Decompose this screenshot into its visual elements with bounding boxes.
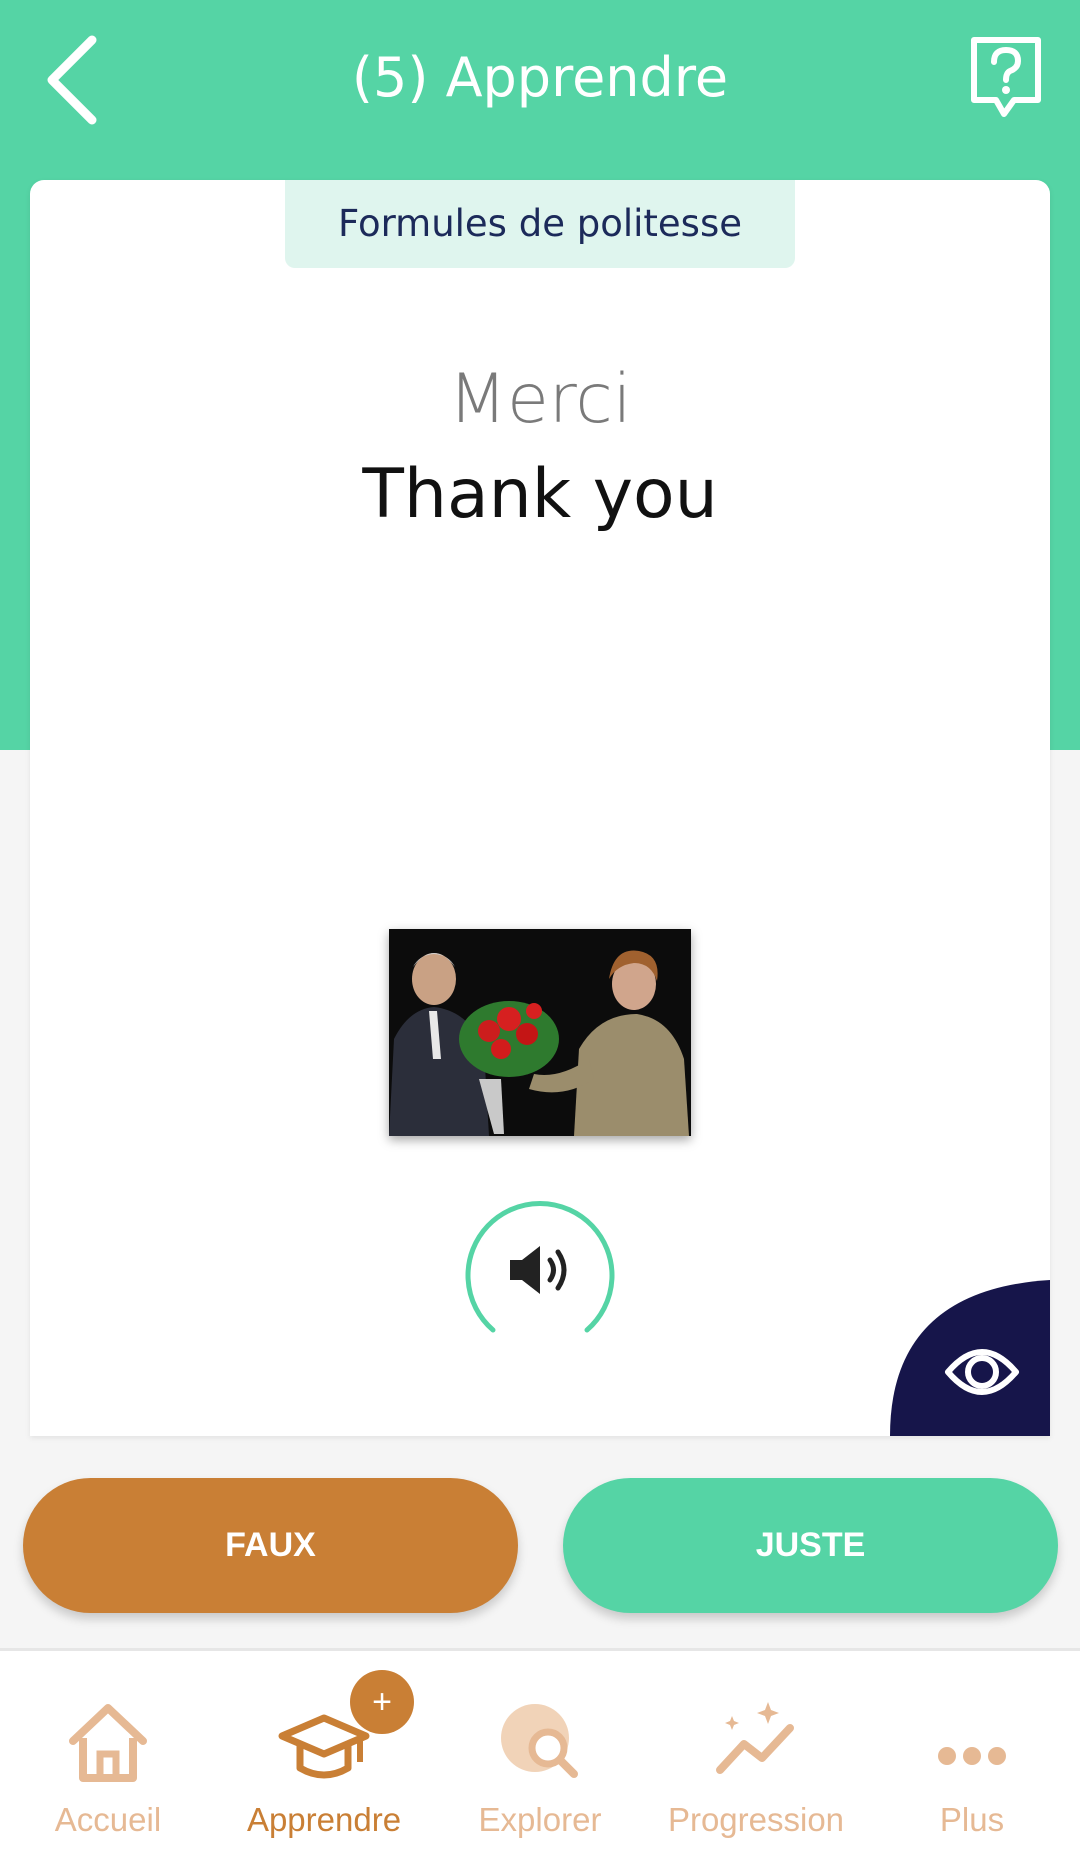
eye-icon <box>890 1280 1050 1436</box>
play-audio-button[interactable] <box>460 1200 620 1340</box>
nav-label-apprendre: Apprendre <box>246 1801 402 1838</box>
reveal-translation-button[interactable] <box>890 1280 1050 1436</box>
nav-item-plus[interactable]: Plus <box>864 1651 1080 1851</box>
nav-item-explorer[interactable]: Explorer <box>432 1651 648 1851</box>
help-button[interactable] <box>966 34 1046 124</box>
category-label: Formules de politesse <box>285 180 795 268</box>
page-title: (5) Apprendre <box>351 46 729 109</box>
false-button[interactable]: FAUX <box>23 1478 518 1613</box>
nav-label-accueil: Accueil <box>54 1801 162 1838</box>
add-badge[interactable]: + <box>350 1670 414 1734</box>
globe-search-icon <box>501 1704 578 1778</box>
progress-chart-icon <box>716 1702 794 1774</box>
illustration-image <box>389 929 691 1136</box>
nav-item-progression[interactable]: Progression <box>648 1651 864 1851</box>
word-native: Merci <box>448 360 632 439</box>
nav-label-explorer: Explorer <box>478 1801 602 1838</box>
more-dots-icon <box>938 1747 1006 1765</box>
bottom-navigation: Accueil Apprendre Explorer Progression P… <box>0 1648 1080 1851</box>
nav-item-accueil[interactable]: Accueil <box>0 1651 216 1851</box>
speaker-icon <box>465 1200 615 1333</box>
flashcard: Formules de politesse Merci Thank you <box>30 180 1050 1436</box>
help-question-icon <box>971 37 1041 117</box>
nav-label-plus: Plus <box>939 1801 1005 1838</box>
true-button[interactable]: JUSTE <box>563 1478 1058 1613</box>
home-icon <box>69 1704 147 1782</box>
nav-label-progression: Progression <box>667 1801 845 1838</box>
back-button[interactable] <box>40 30 110 130</box>
chevron-left-icon <box>47 35 97 125</box>
word-target: Thank you <box>362 455 718 534</box>
